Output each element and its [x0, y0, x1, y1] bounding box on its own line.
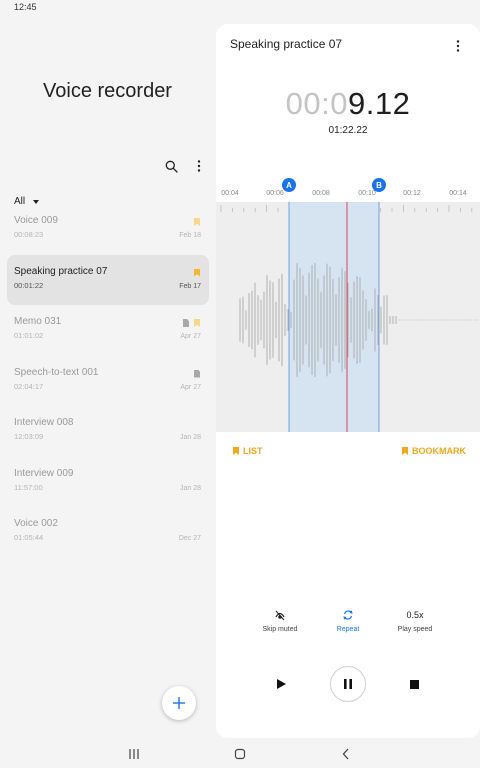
recording-item[interactable]: Voice 002 01:05:44 Dec 27	[7, 507, 209, 558]
stop-icon	[409, 679, 419, 689]
repeat-label: Repeat	[336, 626, 360, 633]
bookmark-icon	[402, 447, 408, 455]
recording-duration: 01:01:02	[14, 331, 44, 340]
recording-date: Apr 27	[180, 333, 201, 340]
pause-button[interactable]	[330, 666, 366, 702]
recording-duration: 12:03:09	[14, 432, 44, 441]
document-icon	[183, 319, 189, 327]
skip-muted-label: Skip muted	[262, 626, 298, 633]
recording-item[interactable]: Interview 009 11:57:00 Jan 28	[7, 457, 209, 508]
recording-icons	[183, 319, 200, 327]
recording-duration: 11:57:00	[14, 482, 43, 492]
recording-item[interactable]: Interview 008 12:03:09 Jan 28	[7, 406, 209, 457]
bookmark-icon	[194, 319, 200, 327]
playback-options: Skip muted Repeat 0.5x Play speed	[216, 608, 480, 648]
play-speed-value: 0.5x	[406, 610, 424, 620]
recording-icons	[194, 218, 200, 226]
recording-duration: 00:01:22	[14, 280, 44, 290]
recording-name: Interview 008	[14, 417, 74, 428]
recording-name: Interview 009	[14, 467, 74, 479]
status-bar: 12:45	[0, 0, 480, 14]
back-icon	[342, 748, 349, 760]
recents-icon	[129, 749, 139, 759]
recording-duration: 01:05:44	[14, 533, 44, 542]
list-bookmark-row: LIST BOOKMARK	[216, 446, 480, 462]
app-title: Voice recorder	[43, 80, 172, 102]
recording-date: Apr 27	[180, 383, 201, 391]
bookmark-icon	[194, 268, 200, 277]
search-icon[interactable]	[163, 158, 179, 174]
recents-nav-button[interactable]	[124, 744, 144, 764]
repeat-icon	[313, 608, 383, 622]
recording-name: Voice 009	[14, 215, 58, 226]
recording-date: Dec 27	[178, 535, 201, 542]
elapsed-time-dim: 00:0	[285, 86, 348, 121]
play-speed-label: Play speed	[397, 626, 433, 633]
play-speed-option[interactable]: 0.5x Play speed	[380, 608, 450, 633]
skip-muted-icon	[245, 608, 315, 622]
recording-name: Voice 002	[14, 518, 58, 529]
back-nav-button[interactable]	[336, 744, 356, 764]
status-time: 12:45	[14, 2, 37, 12]
elapsed-time: 00:09.12	[216, 86, 480, 122]
recordings-list: Voice 009 00:08:23 Feb 18 Speaking practice…	[7, 204, 209, 558]
list-button[interactable]: LIST	[233, 446, 263, 456]
player-more-options-icon[interactable]	[450, 38, 466, 54]
recording-item[interactable]: Memo 031 01:01:02 Apr 27	[7, 305, 209, 356]
more-options-icon[interactable]	[191, 158, 207, 174]
repeat-range-highlight	[289, 202, 379, 432]
recording-date: Feb 17	[179, 282, 201, 290]
bookmark-icon	[233, 447, 239, 455]
list-label: LIST	[243, 446, 263, 456]
document-icon	[194, 369, 200, 378]
recording-name: Speaking practice 07	[14, 265, 108, 277]
recording-date: Jan 28	[179, 484, 201, 492]
elapsed-time-bright: 9.12	[348, 86, 411, 121]
recording-item[interactable]: Speech-to-text 001 02:04:17 Apr 27	[7, 356, 209, 407]
plus-icon	[173, 697, 185, 709]
recording-duration: 02:04:17	[14, 381, 44, 391]
bookmark-label: BOOKMARK	[412, 446, 466, 456]
new-recording-button[interactable]	[162, 686, 196, 720]
repeat-option[interactable]: Repeat	[313, 608, 383, 633]
total-duration: 01:22.22	[328, 125, 368, 136]
pause-icon	[344, 679, 352, 689]
system-nav-bar	[0, 740, 480, 768]
recording-duration: 00:08:23	[14, 230, 44, 239]
recording-item[interactable]: Speaking practice 07 00:01:22 Feb 17	[7, 254, 209, 305]
list-toolbar	[163, 158, 207, 174]
recording-icons	[194, 268, 200, 277]
home-icon	[234, 748, 246, 760]
repeat-end-marker[interactable]: B	[372, 178, 386, 192]
recording-name: Memo 031	[14, 316, 62, 327]
recording-date: Jan 28	[179, 434, 201, 441]
play-button[interactable]	[263, 666, 299, 702]
home-nav-button[interactable]	[230, 744, 250, 764]
recording-item[interactable]: Voice 009 00:08:23 Feb 18	[7, 204, 209, 255]
recording-icons	[194, 369, 200, 378]
repeat-start-marker[interactable]: A	[282, 178, 296, 192]
recording-name: Speech-to-text 001	[14, 366, 99, 378]
add-bookmark-button[interactable]: BOOKMARK	[402, 446, 466, 456]
stop-button[interactable]	[396, 666, 432, 702]
playback-controls	[216, 666, 480, 702]
skip-muted-option[interactable]: Skip muted	[245, 608, 315, 633]
chevron-down-icon	[33, 199, 40, 204]
player-pane: Speaking practice 07 00:09.12 01:22.22 0…	[216, 24, 480, 738]
recording-date: Feb 18	[179, 232, 201, 239]
bookmark-icon	[194, 218, 200, 226]
recording-title: Speaking practice 07	[230, 37, 343, 51]
play-icon	[277, 679, 286, 689]
waveform[interactable]	[216, 202, 480, 432]
